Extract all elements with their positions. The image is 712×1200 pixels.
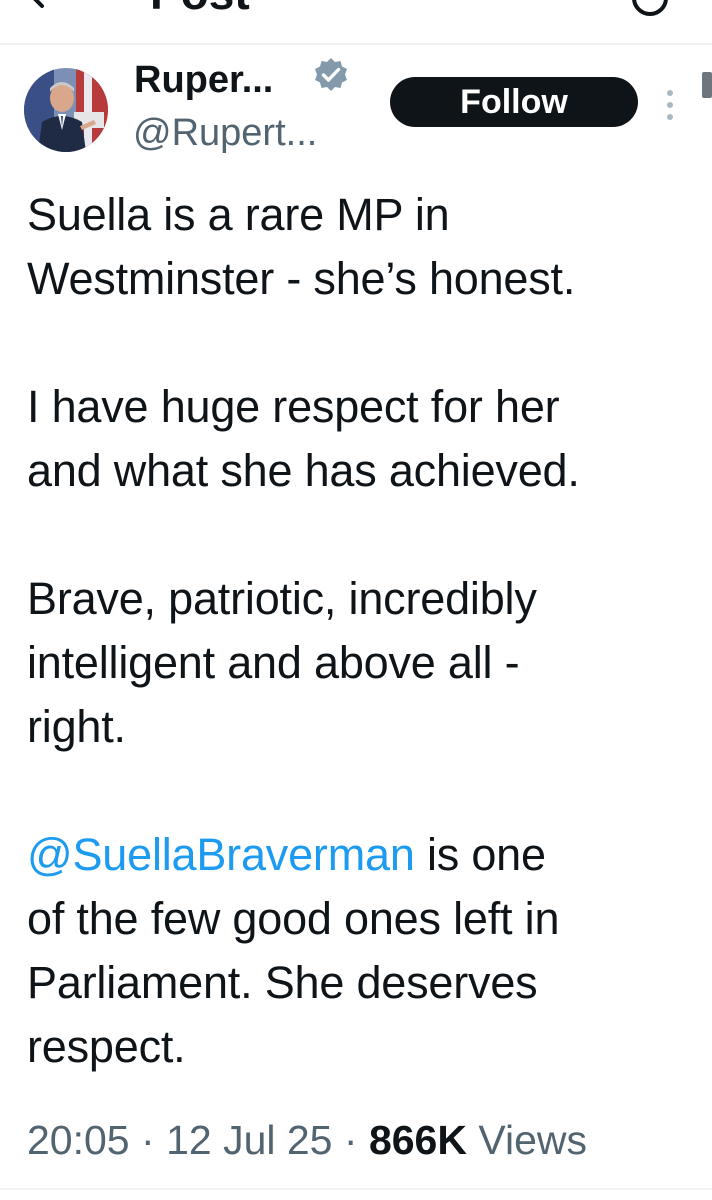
tweet-line: I have huge respect for her <box>27 381 560 432</box>
meta-separator: · <box>343 1117 358 1163</box>
tweet-date[interactable]: 12 Jul 25 <box>166 1117 332 1163</box>
header-divider <box>0 43 712 45</box>
tweet-line: Parliament. She deserves <box>27 957 538 1008</box>
tweet-line: and what she has achieved. <box>27 445 580 496</box>
mention-link[interactable]: @SuellaBraverman <box>27 829 415 880</box>
tweet-line: Suella is a rare MP in <box>27 189 450 240</box>
tweet-line: intelligent and above all - <box>27 637 520 688</box>
arrow-left-icon[interactable] <box>26 0 66 10</box>
views-label: Views <box>478 1117 588 1163</box>
tweet-meta: 20:05 · 12 Jul 25 · 866K Views <box>27 1112 587 1168</box>
tweet-time[interactable]: 20:05 <box>27 1117 130 1163</box>
verified-badge-icon <box>315 58 347 91</box>
more-options-icon[interactable] <box>660 88 680 122</box>
scrollbar-handle[interactable] <box>702 72 712 98</box>
tweet-line: right. <box>27 701 126 752</box>
tweet-line: of the few good ones left in <box>27 893 560 944</box>
tweet-line: Brave, patriotic, incredibly <box>27 573 537 624</box>
author-handle[interactable]: @Rupert... <box>133 110 317 156</box>
tweet-line-text: is one <box>414 829 546 880</box>
tweet-line: Westminster - she’s honest. <box>27 253 576 304</box>
reply-settings-icon[interactable] <box>630 0 670 18</box>
tweet-line: respect. <box>27 1021 186 1072</box>
tweet-text: Suella is a rare MP in Westminster - she… <box>27 183 677 1079</box>
tweet-line: @SuellaBraverman is one <box>27 823 677 887</box>
views-count[interactable]: 866K <box>369 1117 467 1163</box>
bottom-divider <box>0 1188 712 1190</box>
follow-button[interactable]: Follow <box>390 77 638 127</box>
meta-separator: · <box>141 1117 155 1163</box>
page-title: Post <box>150 0 250 16</box>
top-bar: Post <box>0 0 712 44</box>
avatar[interactable] <box>24 68 108 152</box>
author-display-name[interactable]: Ruper... <box>134 57 273 103</box>
